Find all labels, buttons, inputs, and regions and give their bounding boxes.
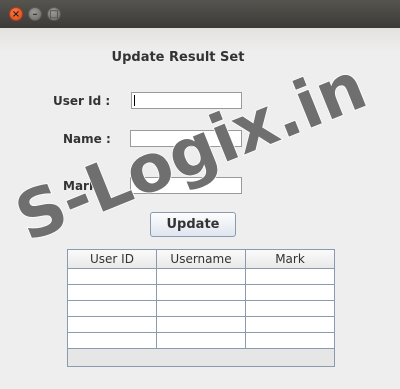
table-row[interactable]: [68, 301, 334, 317]
table-cell[interactable]: [246, 301, 334, 316]
table-row[interactable]: [68, 333, 334, 349]
table-cell[interactable]: [157, 317, 246, 332]
table-cell[interactable]: [157, 269, 246, 284]
maximize-icon[interactable]: □: [47, 7, 61, 21]
table-row[interactable]: [68, 317, 334, 333]
table-cell[interactable]: [246, 333, 334, 348]
column-header-user-id[interactable]: User ID: [68, 250, 157, 268]
table-cell[interactable]: [157, 285, 246, 300]
user-id-field[interactable]: [131, 92, 242, 109]
window-titlebar: × – □: [0, 0, 400, 28]
table-cell[interactable]: [68, 317, 157, 332]
table-row[interactable]: [68, 269, 334, 285]
name-field[interactable]: [130, 130, 242, 147]
table-cell[interactable]: [68, 285, 157, 300]
table-cell[interactable]: [157, 333, 246, 348]
update-button[interactable]: Update: [150, 212, 236, 237]
name-label: Name :: [63, 132, 111, 146]
table-cell[interactable]: [68, 269, 157, 284]
page-title: Update Result Set: [111, 50, 245, 65]
table-cell[interactable]: [246, 269, 334, 284]
result-table: User ID Username Mark: [67, 249, 335, 367]
column-header-mark[interactable]: Mark: [246, 250, 334, 268]
table-cell[interactable]: [246, 317, 334, 332]
content-shade: [0, 28, 400, 52]
table-cell[interactable]: [68, 333, 157, 348]
table-row[interactable]: [68, 285, 334, 301]
table-cell[interactable]: [246, 285, 334, 300]
table-cell[interactable]: [157, 301, 246, 316]
mark-field[interactable]: [130, 177, 242, 194]
table-cell[interactable]: [68, 301, 157, 316]
column-header-username[interactable]: Username: [157, 250, 246, 268]
user-id-label: User Id :: [53, 94, 111, 108]
table-header: User ID Username Mark: [68, 250, 334, 269]
close-icon[interactable]: ×: [9, 7, 23, 21]
minimize-icon[interactable]: –: [28, 7, 42, 21]
mark-label: Mark :: [63, 179, 106, 193]
